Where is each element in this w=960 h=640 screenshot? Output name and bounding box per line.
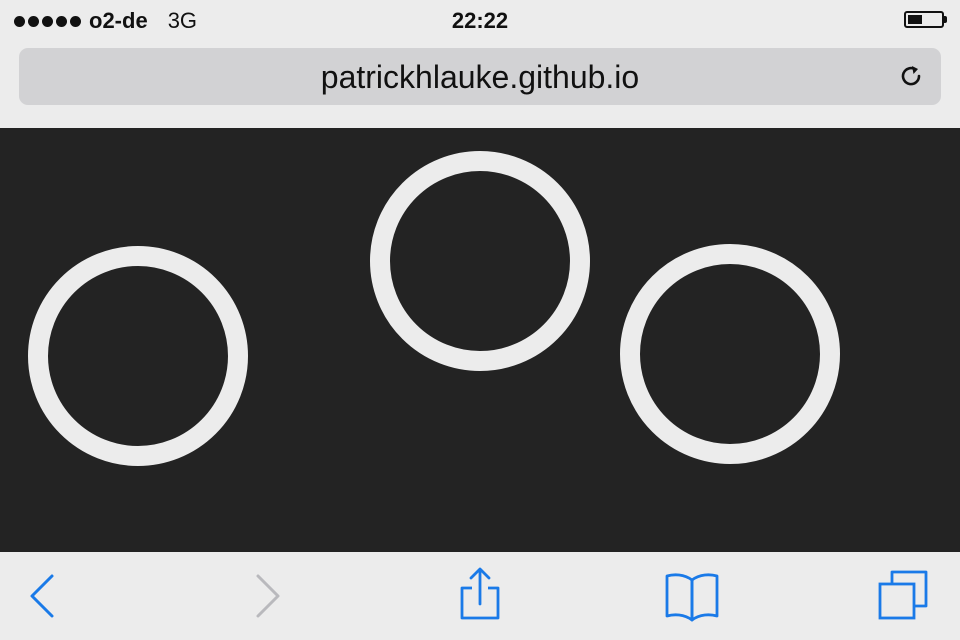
back-icon[interactable] [14, 566, 74, 626]
status-time: 22:22 [451, 8, 509, 33]
share-icon[interactable] [450, 566, 510, 626]
touch-point-ring [28, 246, 248, 466]
browser-toolbar [0, 552, 960, 640]
forward-icon[interactable] [236, 566, 296, 626]
touch-point-ring [370, 151, 590, 371]
address-bar[interactable]: patrickhlauke.github.io [19, 48, 941, 105]
web-content[interactable] [0, 128, 960, 552]
reload-icon[interactable] [897, 62, 925, 90]
bookmarks-icon[interactable] [662, 566, 722, 626]
touch-point-ring [620, 244, 840, 464]
url-text[interactable]: patrickhlauke.github.io [19, 59, 941, 96]
battery-icon [904, 11, 947, 28]
tabs-icon[interactable] [874, 566, 934, 626]
status-bar: o2-de 3G 22:22 [0, 0, 960, 42]
